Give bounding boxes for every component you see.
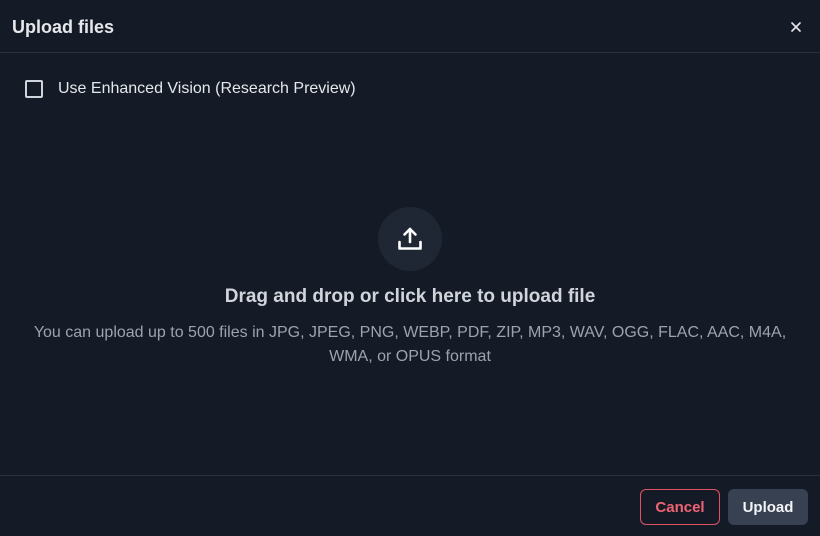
dropzone-heading: Drag and drop or click here to upload fi… [224,286,596,307]
enhanced-vision-option[interactable]: Use Enhanced Vision (Research Preview) [25,79,356,99]
upload-icon-container [378,207,442,271]
close-icon [791,22,801,32]
close-button[interactable] [786,17,806,37]
dialog-header: Upload files [0,0,820,53]
cancel-button[interactable]: Cancel [640,489,720,525]
upload-icon [398,227,422,250]
dialog-title: Upload files [12,17,115,37]
enhanced-vision-label[interactable]: Use Enhanced Vision (Research Preview) [58,79,356,99]
dropzone-subtext: You can upload up to 500 files in JPG, J… [33,324,787,365]
enhanced-vision-checkbox[interactable] [25,80,43,98]
dialog-footer: Cancel Upload [0,475,820,536]
upload-dialog: Upload files Use Enhanced Vision (Resear… [0,0,820,536]
upload-button[interactable]: Upload [728,489,808,525]
file-dropzone[interactable]: Drag and drop or click here to upload fi… [0,190,820,380]
